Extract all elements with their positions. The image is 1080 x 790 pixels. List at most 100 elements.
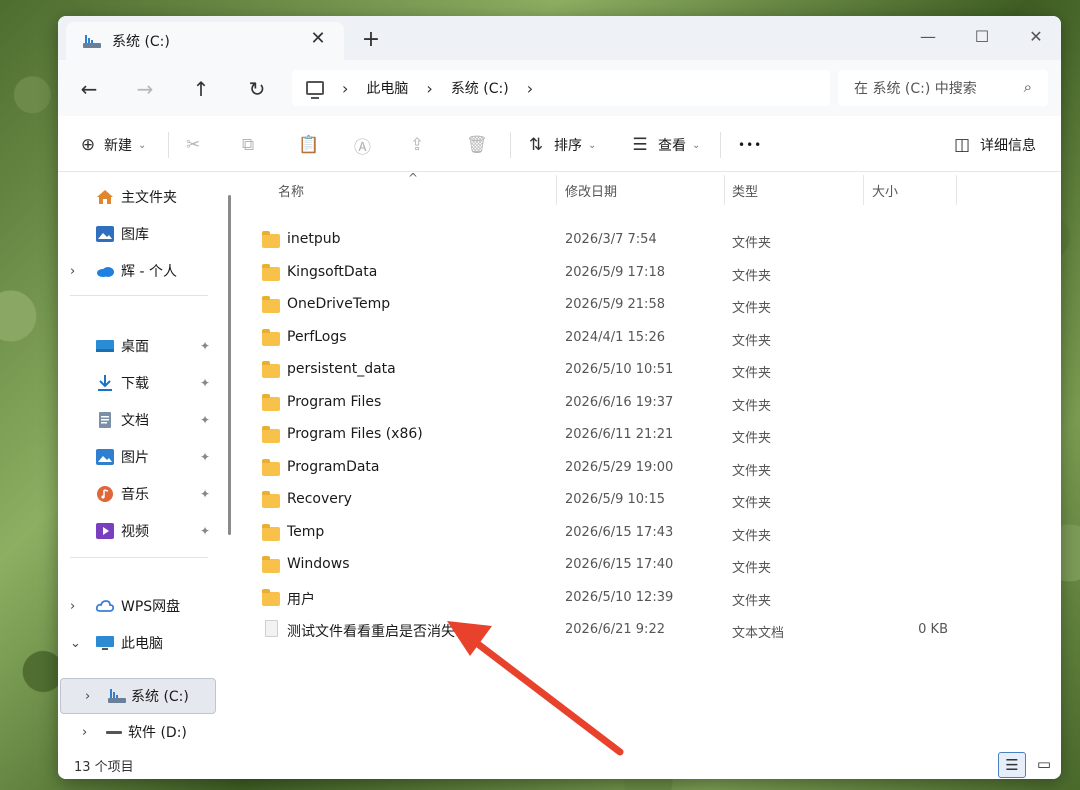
chevron-right-icon[interactable]: › [70, 599, 75, 614]
view-button[interactable]: ☰ 查看 ⌄ [628, 130, 700, 160]
file-date: 2026/6/15 17:40 [565, 557, 674, 572]
pin-icon[interactable]: ✦ [200, 450, 210, 464]
column-divider[interactable] [956, 175, 957, 205]
more-options-button[interactable]: ••• [738, 130, 762, 160]
sidebar-item-this-pc[interactable]: ⌄ 此电脑 [58, 627, 228, 659]
table-row[interactable]: ProgramData 2026/5/29 19:00 文件夹 [238, 453, 1061, 485]
sidebar-item-label: 图片 [121, 450, 149, 466]
table-row[interactable]: PerfLogs 2024/4/1 15:26 文件夹 [238, 323, 1061, 355]
file-name: 用户 [287, 591, 315, 608]
sidebar-item-downloads[interactable]: 下载 ✦ [58, 367, 228, 399]
column-header-size[interactable]: 大小 [872, 181, 898, 200]
sidebar-item-wps-cloud[interactable]: › WPS网盘 [58, 590, 228, 622]
table-row[interactable]: KingsoftData 2026/5/9 17:18 文件夹 [238, 258, 1061, 290]
refresh-button[interactable]: ↻ [242, 74, 272, 104]
file-date: 2026/3/7 7:54 [565, 232, 657, 247]
table-row[interactable]: Windows 2026/6/15 17:40 文件夹 [238, 550, 1061, 582]
details-view-icon[interactable]: ☰ [998, 752, 1026, 778]
pin-icon[interactable]: ✦ [200, 487, 210, 501]
tiles-view-icon[interactable]: ▭ [1030, 752, 1058, 778]
new-button[interactable]: ⊕ 新建 ⌄ [76, 130, 147, 160]
chevron-right-icon[interactable]: › [70, 264, 75, 279]
pin-icon[interactable]: ✦ [200, 376, 210, 390]
column-header-row: 名称 ^ 修改日期 类型 大小 [238, 171, 1061, 207]
text-file-icon [265, 620, 278, 637]
file-name: Program Files [287, 393, 382, 410]
sidebar-item-label: 下载 [121, 376, 149, 392]
details-pane-button[interactable]: ◫ 详细信息 [950, 130, 1036, 160]
file-date: 2026/6/15 17:43 [565, 524, 674, 540]
sidebar-item-videos[interactable]: 视频 ✦ [58, 515, 228, 547]
table-row[interactable]: OneDriveTemp 2026/5/9 21:58 文件夹 [238, 290, 1061, 322]
sidebar-item-gallery[interactable]: 图库 [58, 218, 228, 250]
table-row[interactable]: 用户 2026/5/10 12:39 文件夹 [238, 583, 1061, 615]
close-window-button[interactable]: ✕ [1016, 22, 1056, 52]
pin-icon[interactable]: ✦ [200, 339, 210, 353]
file-type: 文件夹 [732, 431, 772, 446]
file-name: PerfLogs [287, 328, 347, 345]
table-row[interactable]: 测试文件看看重启是否消失.txt 2026/6/21 9:22 文本文档 0 KB [238, 615, 1061, 647]
sidebar-item-onedrive[interactable]: › 辉 - 个人 [58, 255, 228, 287]
column-divider[interactable] [863, 175, 864, 205]
minimize-button[interactable]: — [908, 22, 948, 52]
forward-button[interactable]: → [130, 74, 160, 104]
table-row[interactable]: inetpub 2026/3/7 7:54 文件夹 [238, 225, 1061, 257]
wps-cloud-icon [95, 597, 115, 615]
chevron-right-icon[interactable]: › [82, 725, 87, 740]
address-bar[interactable]: › 此电脑 › 系统 (C:) › [292, 70, 830, 106]
sidebar-item-drive-d[interactable]: › 软件 (D:) [58, 716, 228, 748]
column-header-name[interactable]: 名称 [278, 181, 304, 200]
table-row[interactable]: Program Files (x86) 2026/6/11 21:21 文件夹 [238, 420, 1061, 452]
table-row[interactable]: Temp 2026/6/15 17:43 文件夹 [238, 518, 1061, 550]
file-date: 2026/6/16 19:37 [565, 394, 674, 410]
sidebar-item-home[interactable]: 主文件夹 [58, 181, 228, 213]
up-button[interactable]: ↑ [186, 74, 216, 104]
file-name: 测试文件看看重启是否消失.txt [287, 624, 479, 640]
back-button[interactable]: ← [74, 74, 104, 104]
sidebar-item-music[interactable]: 音乐 ✦ [58, 478, 228, 510]
column-divider[interactable] [724, 175, 725, 205]
table-row[interactable]: persistent_data 2026/5/10 10:51 文件夹 [238, 355, 1061, 387]
paste-icon[interactable]: 📋 [298, 130, 322, 160]
chevron-down-icon[interactable]: ⌄ [70, 636, 81, 651]
copy-icon[interactable]: ⧉ [242, 130, 266, 160]
file-date: 2026/6/11 21:21 [565, 427, 674, 442]
tab-system-c[interactable]: 系统 (C:) ✕ [66, 22, 344, 60]
breadcrumb-system-c[interactable]: 系统 (C:) [451, 78, 509, 98]
sidebar-item-desktop[interactable]: 桌面 ✦ [58, 330, 228, 362]
sidebar-scrollbar[interactable] [228, 195, 231, 535]
file-name: inetpub [287, 231, 341, 247]
chevron-right-icon[interactable]: › [85, 689, 90, 704]
pin-icon[interactable]: ✦ [200, 524, 210, 538]
sidebar-item-label: 此电脑 [121, 636, 163, 652]
folder-icon [262, 588, 280, 606]
share-icon[interactable]: ⇪ [410, 130, 434, 160]
cut-icon[interactable]: ✂ [186, 130, 210, 160]
column-header-type[interactable]: 类型 [732, 181, 758, 200]
file-date: 2026/5/29 19:00 [565, 459, 674, 475]
file-type: 文件夹 [732, 236, 772, 251]
videos-icon [95, 522, 115, 540]
maximize-button[interactable]: ☐ [962, 22, 1002, 52]
search-icon[interactable]: ⌕ [1024, 78, 1032, 96]
folder-icon [262, 556, 280, 573]
sidebar-item-system-c[interactable]: › 系统 (C:) [60, 678, 216, 714]
column-divider[interactable] [556, 175, 557, 205]
sort-button[interactable]: ⇅ 排序 ⌄ [524, 130, 597, 160]
chevron-down-icon: ⌄ [588, 139, 597, 151]
breadcrumb-separator[interactable]: › [527, 79, 533, 98]
column-header-date[interactable]: 修改日期 [565, 181, 617, 200]
sidebar-item-documents[interactable]: 文档 ✦ [58, 404, 228, 436]
search-box[interactable]: 在 系统 (C:) 中搜索 ⌕ [838, 70, 1048, 106]
sidebar-item-label: 辉 - 个人 [121, 264, 177, 280]
sidebar-item-pictures[interactable]: 图片 ✦ [58, 441, 228, 473]
breadcrumb-this-pc[interactable]: 此电脑 [366, 78, 408, 98]
new-tab-button[interactable]: + [358, 28, 384, 52]
table-row[interactable]: Program Files 2026/6/16 19:37 文件夹 [238, 388, 1061, 420]
delete-icon[interactable]: 🗑 [466, 130, 490, 160]
rename-icon[interactable]: Ⓐ [354, 130, 378, 160]
pin-icon[interactable]: ✦ [200, 413, 210, 427]
file-name: Windows [287, 556, 350, 572]
table-row[interactable]: Recovery 2026/5/9 10:15 文件夹 [238, 485, 1061, 517]
tab-close-icon[interactable]: ✕ [306, 28, 330, 49]
